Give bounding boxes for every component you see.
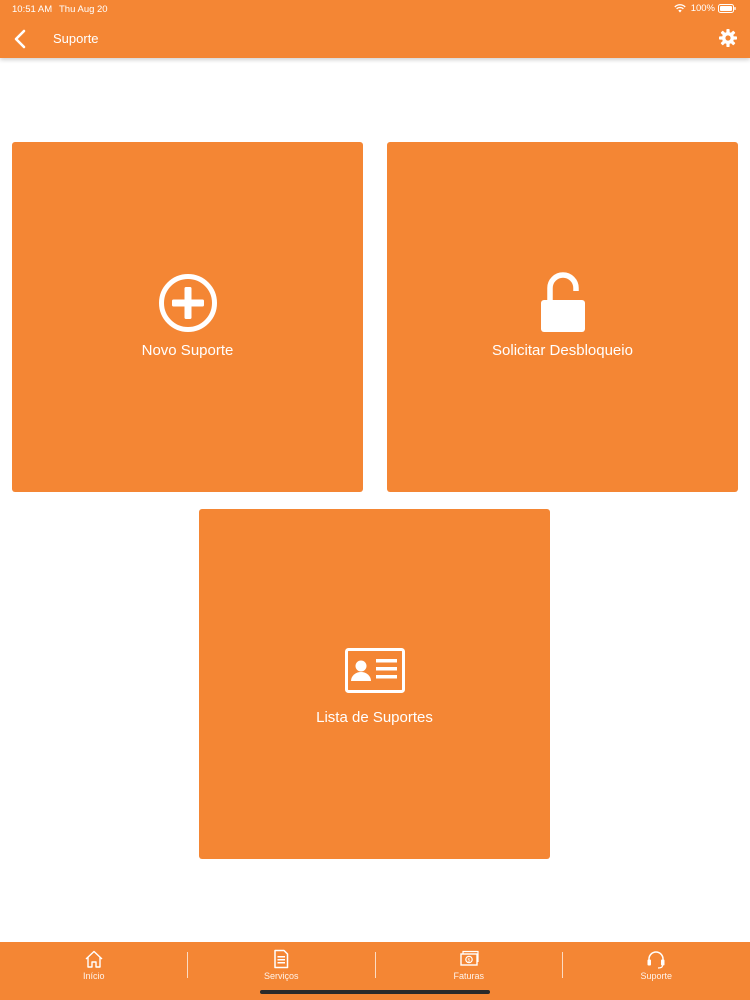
document-icon	[274, 949, 289, 969]
novo-suporte-tile[interactable]: Novo Suporte	[12, 142, 363, 492]
solicitar-desbloqueio-tile[interactable]: Solicitar Desbloqueio	[387, 142, 738, 492]
battery-percent: 100%	[690, 3, 715, 14]
tab-suporte[interactable]: Suporte	[563, 942, 750, 988]
status-time: 10:51 AM	[12, 4, 53, 15]
home-indicator	[260, 990, 490, 994]
status-indicators: 100%	[674, 3, 736, 14]
tab-inicio-label: Início	[82, 971, 105, 981]
tab-servicos[interactable]: Serviços	[188, 942, 376, 988]
id-card-icon	[344, 648, 405, 693]
money-icon: $	[460, 950, 479, 966]
settings-button[interactable]	[718, 28, 738, 48]
page-title: Suporte	[53, 31, 99, 46]
svg-text:$: $	[467, 958, 470, 964]
navigation-bar: 10:51 AM Thu Aug 20 100% Suporte	[0, 0, 750, 58]
lista-de-suportes-tile[interactable]: Lista de Suportes	[199, 509, 550, 859]
unlock-icon	[540, 272, 585, 332]
gear-icon	[719, 29, 737, 47]
status-bar: 10:51 AM Thu Aug 20 100%	[0, 0, 750, 18]
tab-suporte-label: Suporte	[640, 971, 673, 981]
chevron-left-icon	[14, 29, 26, 49]
back-button[interactable]	[10, 28, 32, 50]
headset-icon	[647, 951, 665, 969]
novo-suporte-label: Novo Suporte	[141, 342, 234, 359]
status-date: Thu Aug 20	[59, 4, 108, 15]
tab-faturas[interactable]: $ Faturas	[375, 942, 563, 988]
home-icon	[85, 950, 103, 968]
solicitar-desbloqueio-label: Solicitar Desbloqueio	[492, 342, 633, 359]
lista-de-suportes-label: Lista de Suportes	[316, 709, 433, 726]
tab-servicos-label: Serviços	[263, 971, 299, 981]
battery-icon	[718, 4, 736, 13]
tab-faturas-label: Faturas	[453, 971, 484, 981]
tab-inicio[interactable]: Início	[0, 942, 188, 988]
wifi-icon	[674, 4, 686, 13]
plus-circle-icon	[158, 274, 217, 332]
